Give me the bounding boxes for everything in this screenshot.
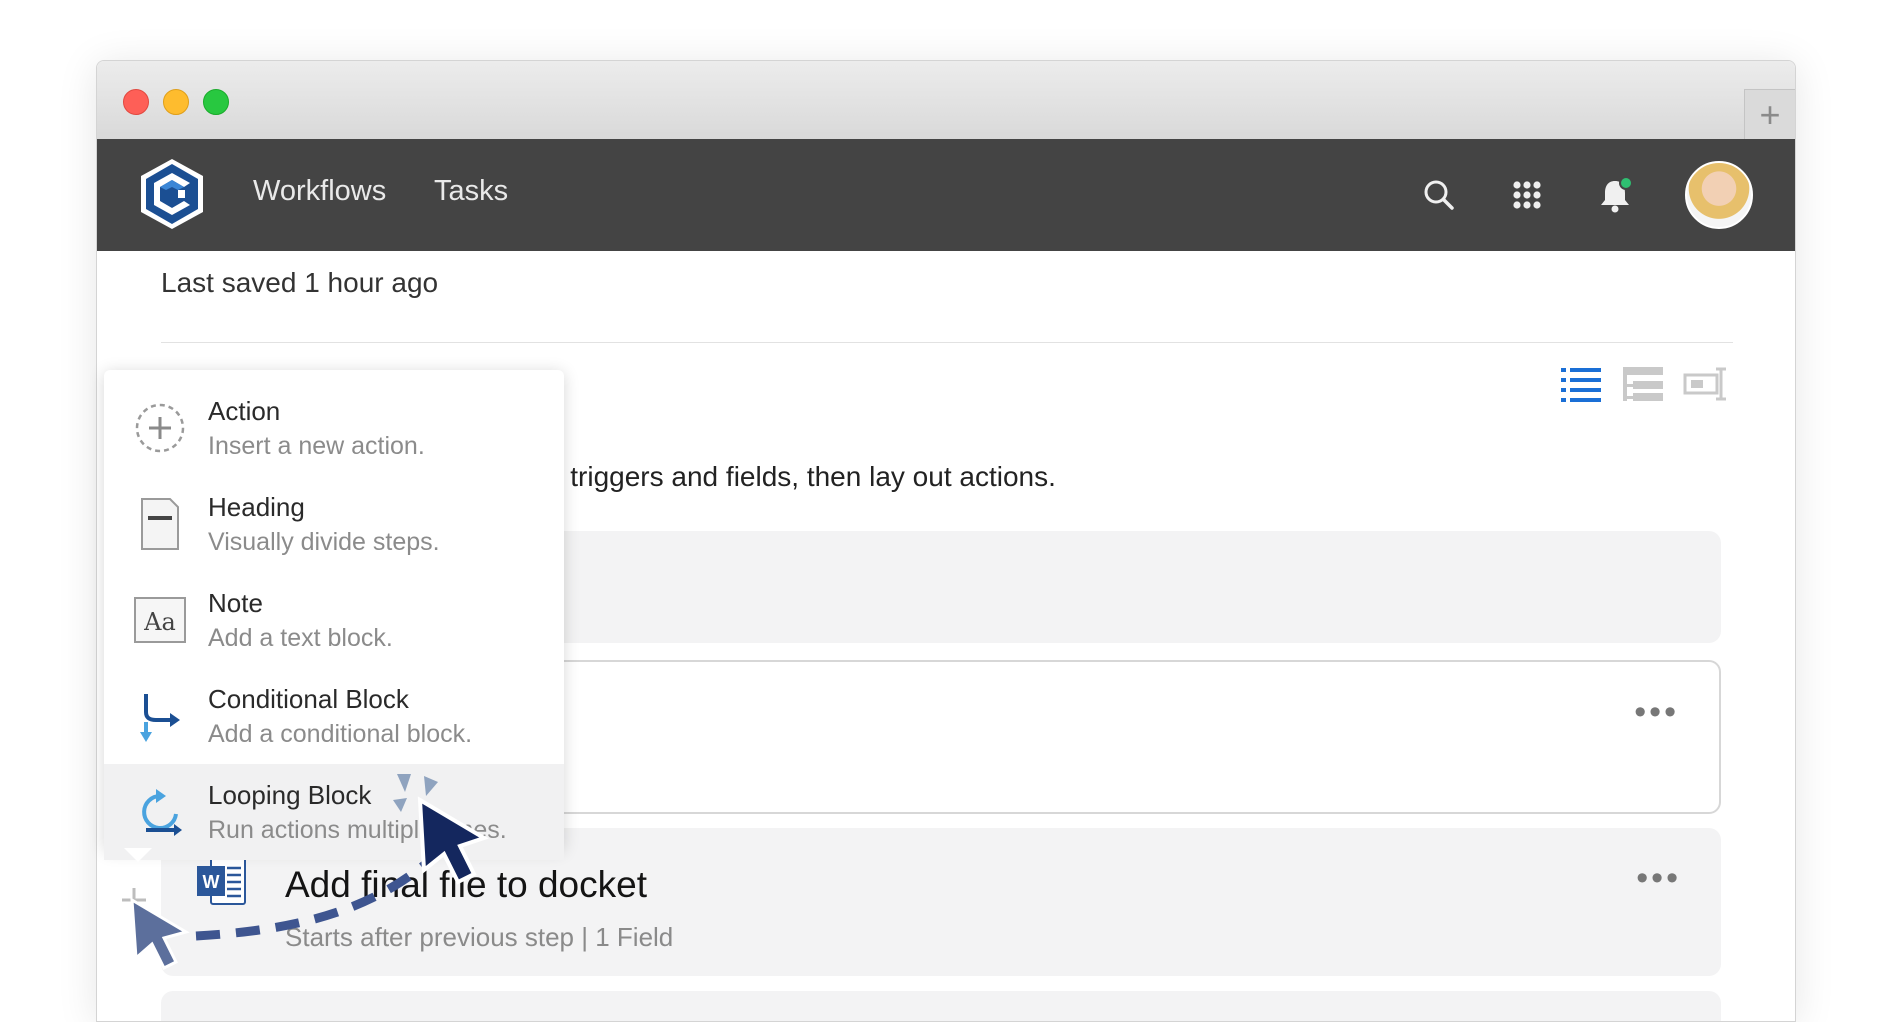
form-view-icon[interactable] <box>1683 361 1727 405</box>
user-avatar[interactable] <box>1685 161 1753 229</box>
step-meta: Starts after previous step | 1 Field <box>285 922 674 952</box>
close-window-button[interactable] <box>123 89 149 115</box>
menu-item-label: Note <box>208 588 263 618</box>
menu-item-label: Action <box>208 396 281 426</box>
nav-workflows-link[interactable]: Workflows <box>253 175 386 208</box>
step-title: Add final file to docket <box>285 864 647 905</box>
menu-item-label: Heading <box>208 492 305 522</box>
title-bar: + <box>97 61 1795 140</box>
search-icon[interactable] <box>1419 175 1459 215</box>
menu-item-description: Add a conditional block. <box>208 720 473 748</box>
header-divider <box>161 342 1733 343</box>
more-options-icon[interactable]: ••• <box>1634 695 1679 729</box>
word-icon: W <box>197 857 246 905</box>
menu-item-action[interactable]: Action Insert a new action. <box>104 380 564 476</box>
tree-view-icon[interactable] <box>1621 361 1665 405</box>
menu-item-description: Insert a new action. <box>208 432 425 460</box>
list-view-icon[interactable] <box>1559 361 1603 405</box>
add-circle-icon <box>135 403 185 453</box>
menu-item-heading[interactable]: Heading Visually divide steps. <box>104 476 564 572</box>
menu-item-description: Add a text block. <box>208 624 393 652</box>
nav-tasks-link[interactable]: Tasks <box>434 175 508 208</box>
svg-text:Aa: Aa <box>143 608 176 636</box>
app-grid-icon[interactable] <box>1507 175 1547 215</box>
notification-bell-icon[interactable] <box>1595 175 1635 215</box>
note-text-icon: Aa <box>134 597 186 643</box>
svg-text:W: W <box>203 872 220 892</box>
menu-item-looping-block[interactable]: Looping Block Run actions multiple times… <box>104 764 564 860</box>
insert-block-menu: Action Insert a new action. Heading Visu… <box>104 370 564 862</box>
menu-item-description: Run actions multiple times. <box>208 816 507 844</box>
maximize-window-button[interactable] <box>203 89 229 115</box>
last-saved-status: Last saved 1 hour ago <box>161 267 439 298</box>
heading-page-icon <box>141 498 179 550</box>
menu-item-label: Looping Block <box>208 780 372 810</box>
menu-item-note[interactable]: Aa Note Add a text block. <box>104 572 564 668</box>
loop-icon <box>142 789 182 836</box>
app-logo-icon[interactable] <box>135 157 209 231</box>
menu-item-description: Visually divide steps. <box>208 528 440 556</box>
minimize-window-button[interactable] <box>163 89 189 115</box>
menu-item-conditional-block[interactable]: Conditional Block Add a conditional bloc… <box>104 668 564 764</box>
step-next[interactable] <box>161 991 1721 1021</box>
menu-item-label: Conditional Block <box>208 684 409 714</box>
more-options-icon[interactable]: ••• <box>1636 861 1681 895</box>
top-navbar: Workflows Tasks <box>97 139 1795 251</box>
conditional-branch-icon <box>140 694 180 742</box>
new-tab-button[interactable]: + <box>1744 89 1795 140</box>
